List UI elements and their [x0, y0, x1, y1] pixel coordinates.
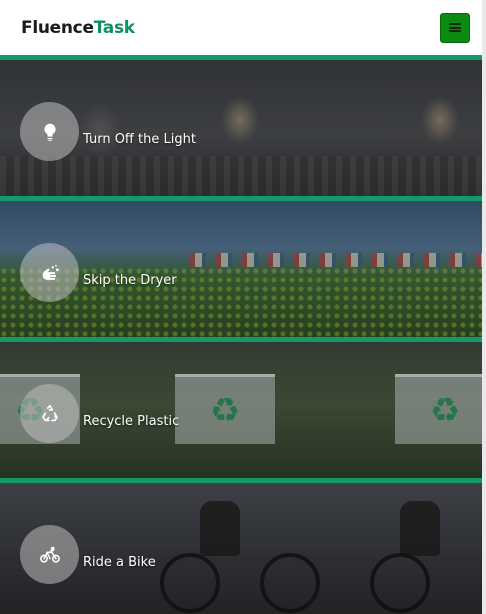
bicycle-icon	[20, 525, 79, 584]
hamburger-icon	[449, 23, 461, 32]
card-recycle-plastic[interactable]: ♻ ♻ ♻ Recycle Plastic	[0, 337, 482, 478]
brand-name-part1: Fluence	[21, 17, 94, 38]
recycle-icon	[20, 384, 79, 443]
card-label: Turn Off the Light	[83, 132, 196, 147]
card-label: Skip the Dryer	[83, 273, 177, 288]
hand-wash-icon	[20, 243, 79, 302]
card-turn-off-light[interactable]: Turn Off the Light	[0, 55, 482, 196]
menu-toggle-button[interactable]	[440, 12, 470, 43]
page: Fluence Task Turn Off the Light Skip the …	[0, 0, 486, 614]
brand-name-part2: Task	[93, 17, 135, 38]
scrollbar[interactable]	[482, 0, 486, 614]
brand-logo[interactable]: Fluence Task	[21, 18, 135, 38]
card-label: Recycle Plastic	[83, 414, 180, 429]
lightbulb-icon	[20, 102, 79, 161]
card-label: Ride a Bike	[83, 555, 156, 570]
card-ride-bike[interactable]: Ride a Bike	[0, 478, 482, 614]
navbar: Fluence Task	[0, 0, 486, 55]
card-skip-dryer[interactable]: Skip the Dryer	[0, 196, 482, 337]
